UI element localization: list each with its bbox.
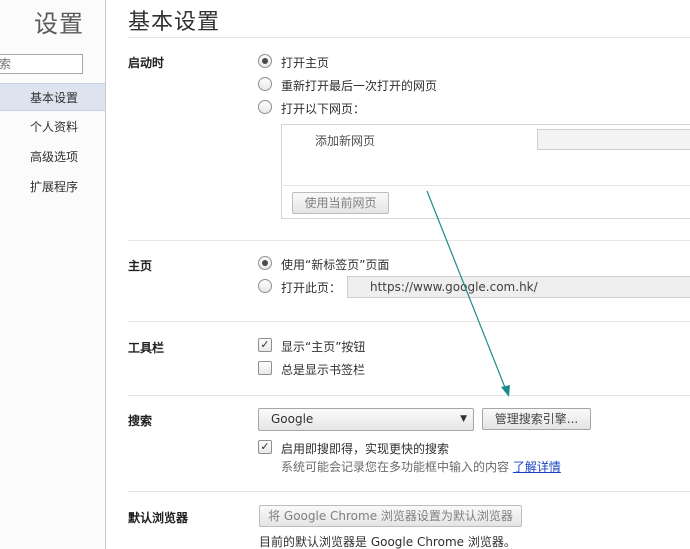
instant-search-hint-text: 系统可能会记录您在多功能框中输入的内容 <box>281 460 510 474</box>
instant-search-checkbox[interactable]: ✓ <box>258 440 272 454</box>
manage-search-engines-button[interactable]: 管理搜索引擎... <box>482 408 591 430</box>
homepage-url-field[interactable]: https://www.google.com.hk/ <box>347 276 690 298</box>
set-default-browser-button[interactable]: 将 Google Chrome 浏览器设置为默认浏览器 <box>259 505 522 527</box>
settings-search-input[interactable] <box>0 54 83 74</box>
show-home-button-checkbox[interactable]: ✓ <box>258 338 272 352</box>
toolbar-section-label: 工具栏 <box>128 341 165 355</box>
use-current-pages-button[interactable]: 使用当前网页 <box>292 192 389 214</box>
startup-option-label: 重新打开最后一次打开的网页 <box>281 79 438 93</box>
divider <box>281 185 690 186</box>
sidebar-item-advanced[interactable]: 高级选项 <box>0 143 105 171</box>
sidebar-item-basic-settings[interactable]: 基本设置 <box>0 83 105 111</box>
sidebar-item-label: 个人资料 <box>30 120 79 134</box>
homepage-url-label: 打开此页： <box>281 281 342 295</box>
homepage-newtab-radio[interactable] <box>258 256 272 270</box>
add-page-label: 添加新网页 <box>315 134 376 148</box>
default-browser-section-label: 默认浏览器 <box>128 511 189 525</box>
startup-option-label: 打开以下网页： <box>281 102 366 116</box>
sidebar-item-label: 扩展程序 <box>30 180 79 194</box>
sidebar: 设置 基本设置 个人资料 高级选项 扩展程序 <box>0 0 106 549</box>
startup-restore-radio[interactable] <box>258 77 272 91</box>
sidebar-item-label: 高级选项 <box>30 150 79 164</box>
divider <box>128 395 690 396</box>
divider <box>128 491 690 492</box>
sidebar-title: 设置 <box>34 10 84 38</box>
show-home-button-label: 显示“主页”按钮 <box>281 340 366 354</box>
homepage-section-label: 主页 <box>128 259 153 273</box>
search-engine-value: Google <box>271 412 314 426</box>
search-engine-select[interactable]: Google ▼ <box>258 408 474 431</box>
search-section-label: 搜索 <box>128 414 153 428</box>
instant-search-label: 启用即搜即得，实现更快的搜索 <box>281 442 450 456</box>
divider <box>128 37 690 38</box>
instant-search-hint: 系统可能会记录您在多功能框中输入的内容 了解详情 <box>281 458 561 475</box>
startup-option-label: 打开主页 <box>281 56 330 70</box>
startup-section-label: 启动时 <box>128 56 165 70</box>
add-page-input[interactable] <box>537 129 690 150</box>
dropdown-arrow-icon: ▼ <box>460 414 467 424</box>
homepage-newtab-label: 使用“新标签页”页面 <box>281 258 390 272</box>
always-show-bookmarks-label: 总是显示书签栏 <box>281 363 366 377</box>
divider <box>128 240 690 241</box>
homepage-url-radio[interactable] <box>258 279 272 293</box>
sidebar-item-label: 基本设置 <box>30 91 79 105</box>
startup-open-homepage-radio[interactable] <box>258 54 272 68</box>
startup-open-pages-radio[interactable] <box>258 100 272 114</box>
sidebar-item-personal[interactable]: 个人资料 <box>0 113 105 141</box>
sidebar-item-extensions[interactable]: 扩展程序 <box>0 173 105 201</box>
default-browser-status: 目前的默认浏览器是 Google Chrome 浏览器。 <box>259 535 516 549</box>
learn-more-link[interactable]: 了解详情 <box>513 460 561 474</box>
always-show-bookmarks-checkbox[interactable] <box>258 361 272 375</box>
divider <box>128 321 690 322</box>
page-title: 基本设置 <box>128 10 221 35</box>
